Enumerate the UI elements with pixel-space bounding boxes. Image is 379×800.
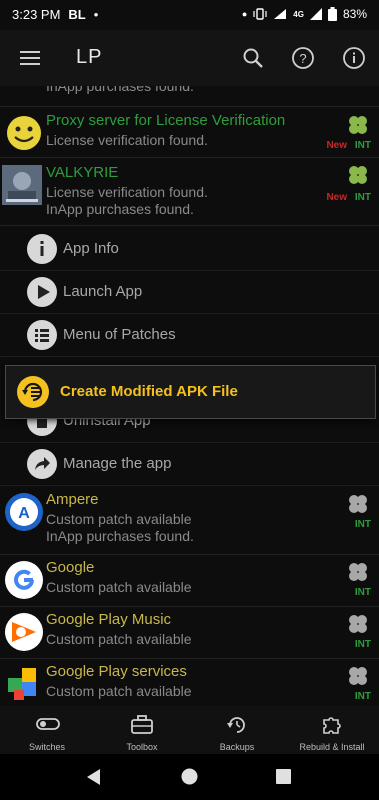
ampere-app-icon: A (5, 493, 43, 531)
row-title: Google (46, 559, 95, 576)
cell-signal-icon (309, 8, 322, 20)
info-icon[interactable] (342, 46, 366, 70)
status-dot: • (93, 7, 99, 22)
list-item[interactable]: A Ampere Custom patch available InApp pu… (0, 486, 379, 555)
list-item[interactable]: VALKYRIE License verification found. InA… (0, 157, 379, 226)
submenu-item-app-info[interactable]: App Info (0, 228, 379, 271)
nav-item-switches[interactable]: Switches (2, 710, 92, 754)
int-badge: INT (354, 587, 371, 598)
battery-percent: 83% (342, 7, 367, 21)
menu-icon[interactable] (18, 46, 42, 70)
search-icon[interactable] (241, 46, 265, 70)
status-bar: 3:23 PM BL • ● 4G 83% (0, 0, 379, 30)
info-icon (27, 234, 57, 264)
list-icon (27, 320, 57, 350)
clover-icon (349, 667, 367, 685)
list-item[interactable]: Google Custom patch available INT (0, 554, 379, 607)
int-badge: INT (354, 192, 371, 203)
nav-label: Rebuild & Install (299, 742, 365, 752)
backup-icon (227, 717, 245, 733)
create-modified-apk-popup[interactable]: Create Modified APK File (5, 365, 376, 419)
row-subtitle: Custom patch available (46, 631, 192, 647)
notification-dot-icon: ● (241, 9, 248, 19)
submenu-item-launch-app[interactable]: Launch App (0, 271, 379, 314)
int-badge: INT (354, 639, 371, 650)
wifi-signal-icon (274, 9, 287, 19)
submenu-label: App Info (63, 240, 119, 257)
nav-label: Switches (28, 742, 65, 752)
list-item[interactable]: Google Play Music Custom patch available… (0, 606, 379, 659)
clover-icon (349, 615, 367, 633)
row-title: Google Play services (46, 663, 187, 680)
int-badge: INT (354, 519, 371, 530)
svg-text:A: A (18, 505, 30, 522)
row-subtitle: License verification found. (46, 132, 208, 148)
svg-text:?: ? (299, 51, 306, 66)
google-app-icon (5, 561, 43, 599)
row-title: Google Play Music (46, 611, 172, 628)
toggle-icon (36, 718, 60, 730)
submenu-item-manage-app[interactable]: Manage the app (0, 443, 379, 486)
puzzle-icon (323, 717, 341, 734)
row-subtitle: Custom patch available (46, 511, 192, 527)
row-title: Proxy server for License Verification (46, 112, 286, 129)
int-badge: INT (354, 140, 371, 151)
network-type: 4G (293, 9, 304, 19)
submenu-label: Menu of Patches (63, 326, 176, 343)
google-play-music-app-icon (5, 613, 43, 651)
toolbox-icon (131, 715, 153, 734)
bottom-nav: Switches Toolbox Backups Rebuild & Insta… (0, 706, 379, 754)
recents-icon[interactable] (276, 769, 291, 784)
list-item[interactable]: Proxy server for License Verification Li… (0, 107, 379, 158)
nav-item-toolbox[interactable]: Toolbox (97, 710, 187, 754)
status-carrier: BL (68, 7, 86, 22)
battery-icon (327, 7, 337, 21)
row-subtitle: InApp purchases found. (46, 528, 194, 544)
smiley-app-icon (7, 116, 41, 150)
rebuild-apk-icon (17, 376, 49, 408)
play-icon (27, 277, 57, 307)
popup-label: Create Modified APK File (60, 383, 238, 400)
clover-icon (349, 116, 367, 134)
new-badge: New (326, 140, 347, 151)
share-icon (27, 449, 57, 479)
nav-item-backups[interactable]: Backups (192, 710, 282, 754)
row-title: Ampere (46, 491, 99, 508)
valkyrie-app-icon (2, 165, 42, 205)
submenu-label: Launch App (63, 283, 143, 300)
new-badge: New (326, 192, 347, 203)
google-play-services-app-icon (8, 668, 36, 700)
row-subtitle: InApp purchases found. (46, 86, 194, 94)
back-icon[interactable] (86, 768, 102, 786)
nav-label: Toolbox (126, 742, 158, 752)
row-subtitle: InApp purchases found. (46, 201, 194, 217)
clover-icon (349, 166, 367, 184)
nav-label: Backups (219, 742, 255, 752)
vibrate-icon (253, 8, 267, 20)
system-navigation-bar (0, 754, 379, 800)
clover-icon (349, 495, 367, 513)
home-icon[interactable] (181, 768, 198, 785)
row-title: VALKYRIE (46, 164, 119, 181)
app-bar: LP ? (0, 30, 379, 86)
row-subtitle: License verification found. (46, 184, 208, 200)
status-time: 3:23 PM (12, 7, 61, 22)
submenu-label: Manage the app (63, 455, 172, 472)
nav-item-rebuild-install[interactable]: Rebuild & Install (287, 710, 377, 754)
row-subtitle: Custom patch available (46, 579, 192, 595)
help-icon[interactable]: ? (291, 46, 315, 70)
list-item[interactable]: InApp purchases found. (0, 86, 379, 107)
list-item[interactable]: Google Play services Custom patch availa… (0, 658, 379, 706)
row-subtitle: Custom patch available (46, 683, 192, 699)
clover-icon (349, 563, 367, 581)
int-badge: INT (354, 691, 371, 702)
submenu-item-menu-of-patches[interactable]: Menu of Patches (0, 314, 379, 357)
app-title: LP (76, 46, 103, 68)
